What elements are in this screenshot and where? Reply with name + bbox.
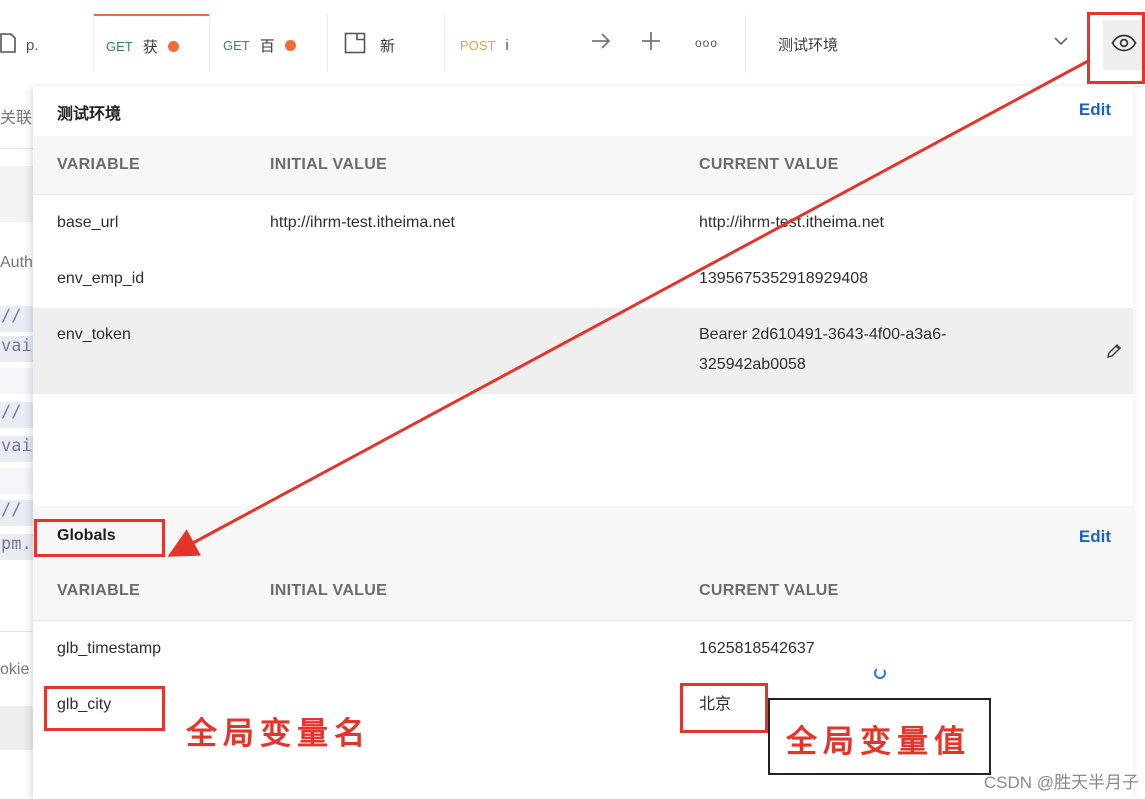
watermark-text: CSDN @胜天半月子 <box>983 773 1139 792</box>
annotation-arrow <box>167 58 1091 557</box>
